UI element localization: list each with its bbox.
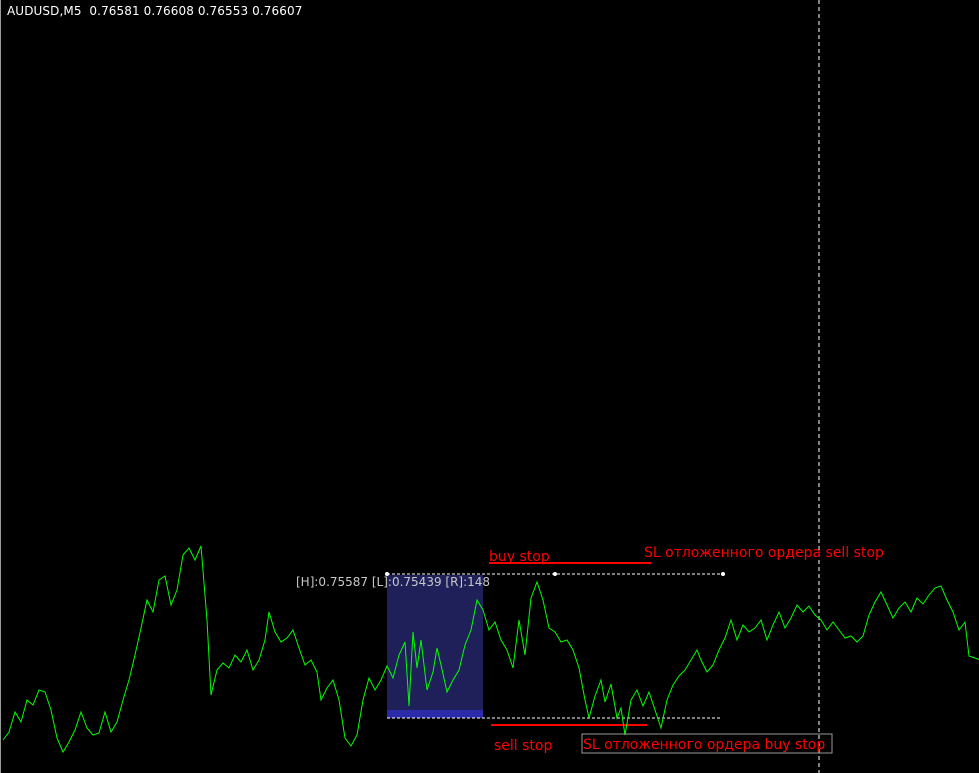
price-line[interactable]: [2, 545, 979, 754]
range-box-bottom-band: [387, 710, 483, 718]
sell-stop-label: sell stop: [494, 738, 552, 754]
range-box[interactable]: [387, 575, 483, 718]
range-label: [H]:0.75587 [L]:0.75439 [R]:148: [296, 575, 490, 589]
sl-sell-stop-label: SL отложенного ордера sell stop: [644, 545, 884, 561]
buy-stop-label: buy stop: [489, 549, 550, 565]
level-handle-right[interactable]: [721, 572, 725, 576]
chart-area[interactable]: AUDUSD,M5 0.76581 0.76608 0.76553 0.7660…: [0, 0, 979, 773]
level-handle-mid[interactable]: [553, 572, 557, 576]
price-chart[interactable]: [H]:0.75587 [L]:0.75439 [R]:148 buy stop…: [1, 0, 979, 773]
sl-buy-stop-label: SL отложенного ордера buy stop: [583, 737, 825, 753]
